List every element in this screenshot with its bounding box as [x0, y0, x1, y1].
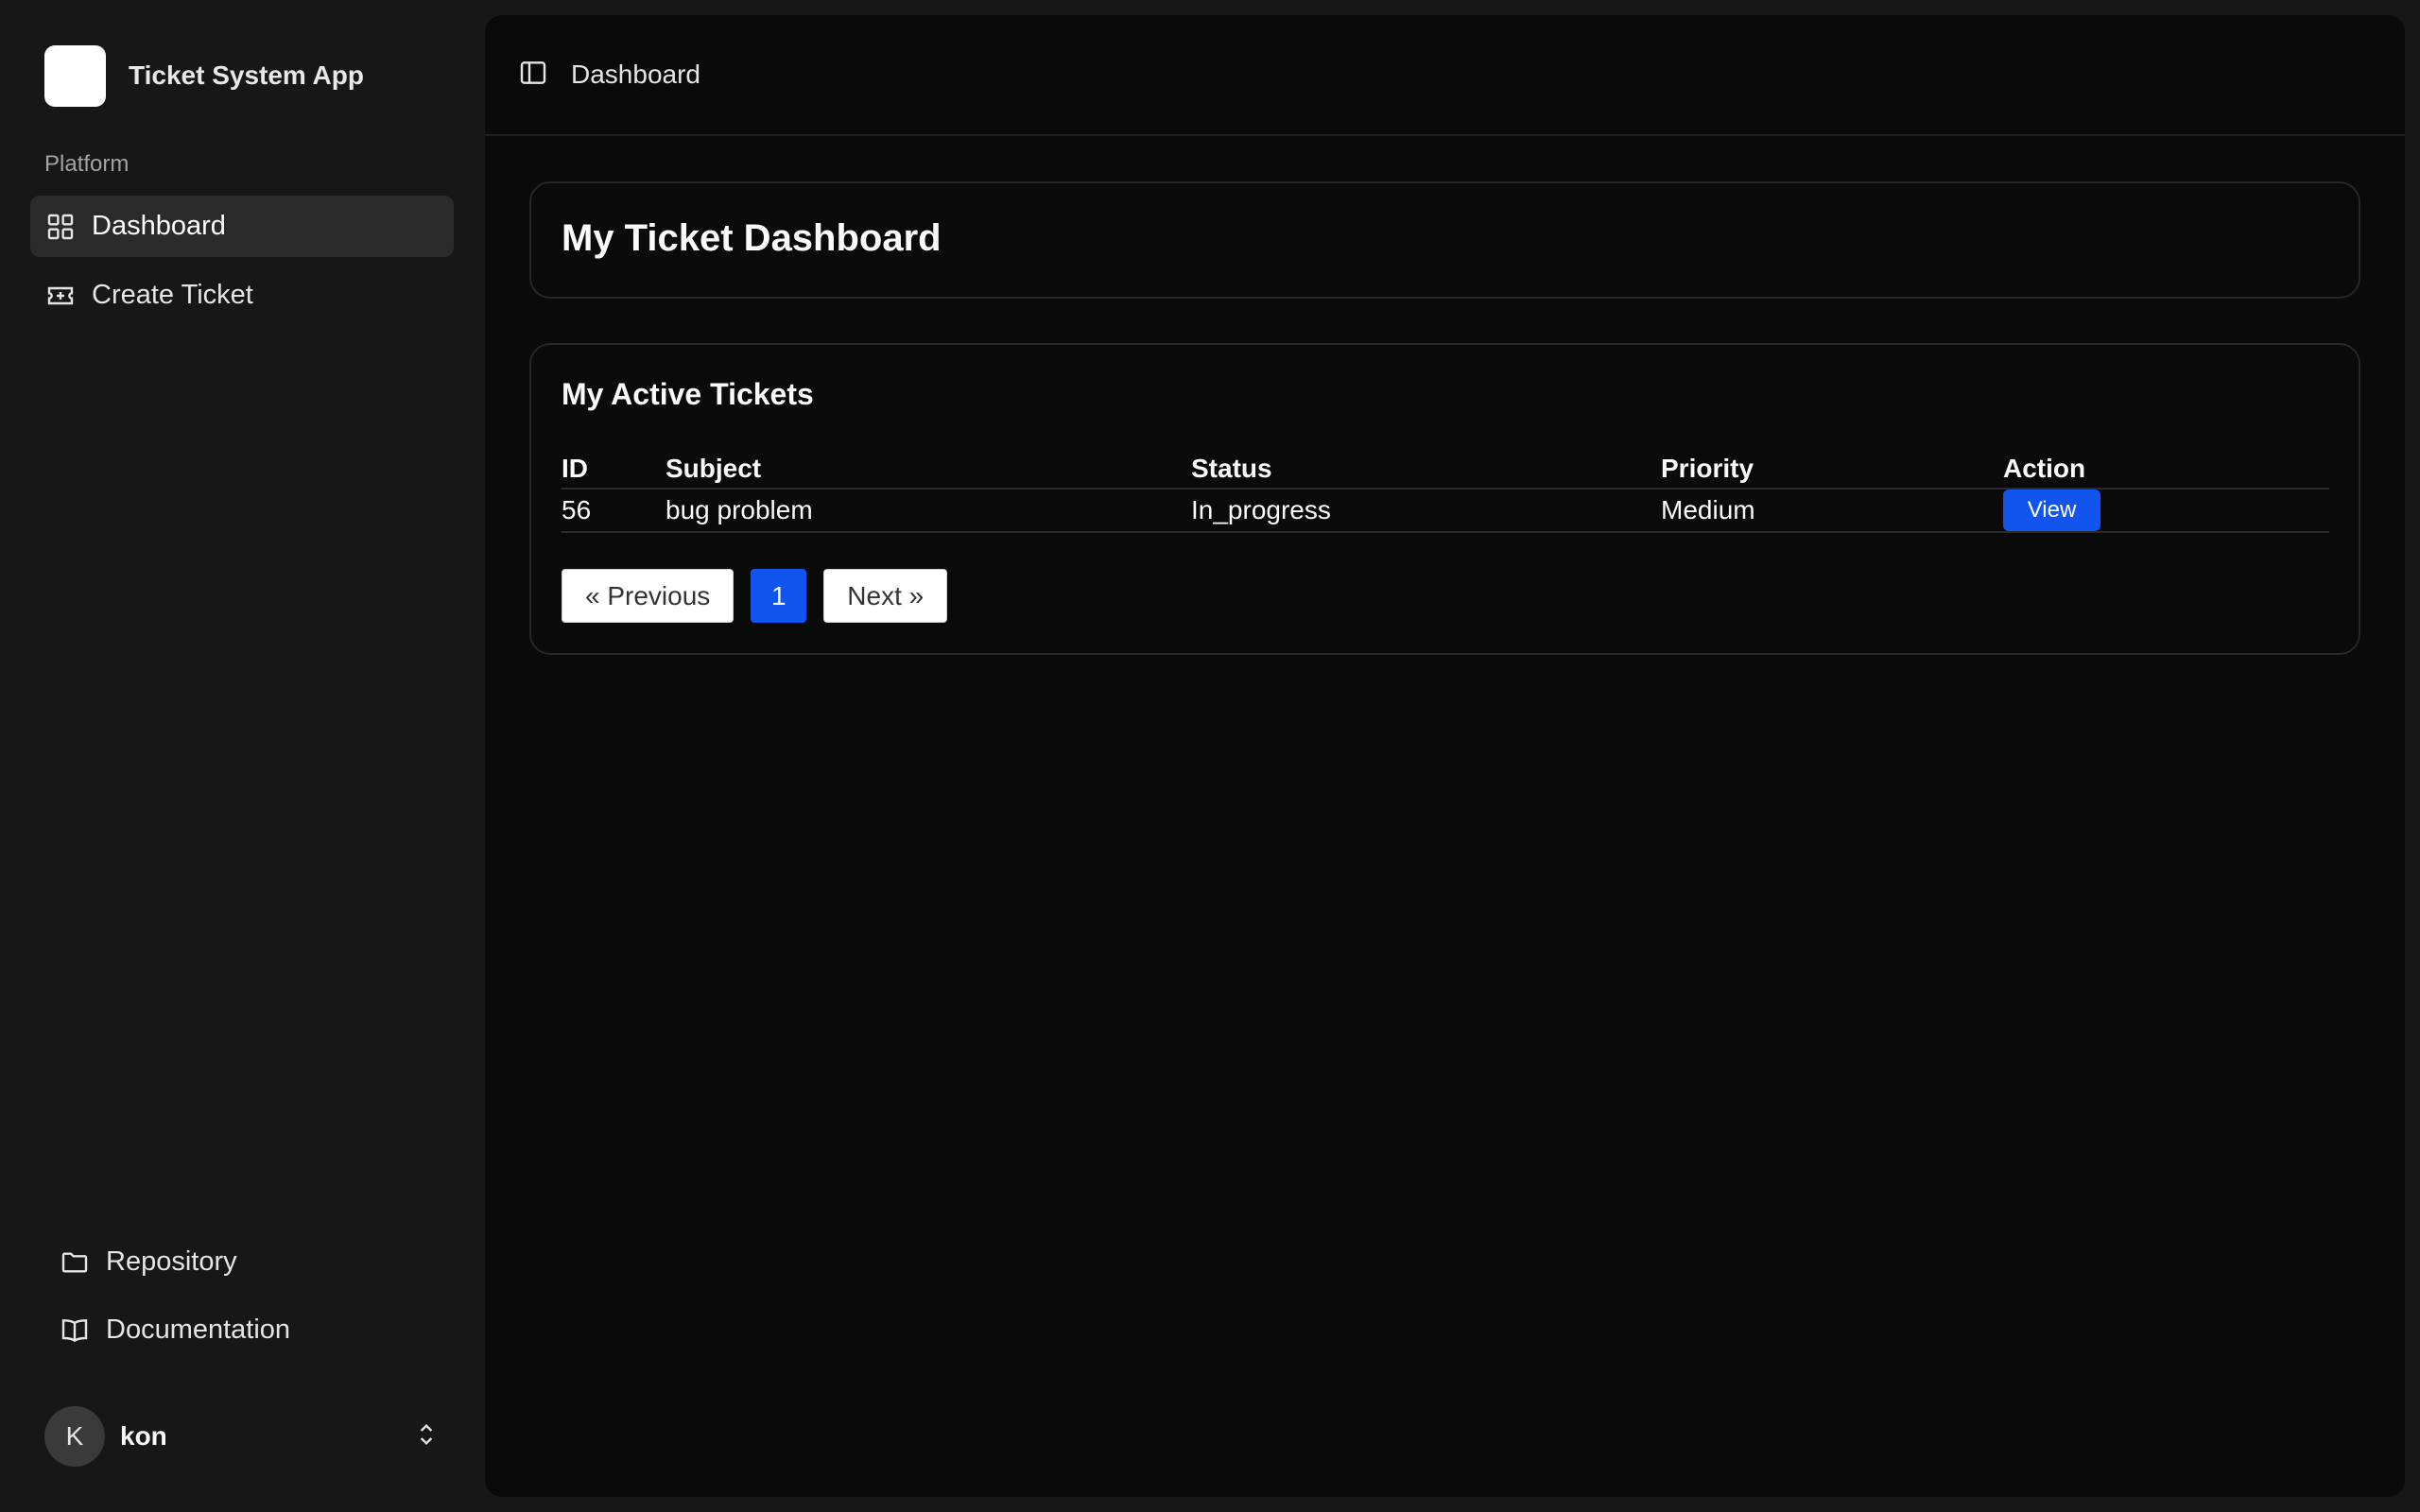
ticket-status: In_progress: [1191, 489, 1661, 533]
grid-icon: [45, 212, 76, 242]
app-logo: [44, 44, 106, 107]
ticket-subject: bug problem: [666, 489, 1191, 533]
main-content: Dashboard My Ticket Dashboard My Active …: [485, 15, 2405, 1497]
sidebar-item-label: Create Ticket: [92, 280, 253, 310]
previous-page-button[interactable]: « Previous: [562, 569, 735, 623]
page-title: My Ticket Dashboard: [562, 217, 942, 259]
app-brand[interactable]: Ticket System App: [44, 44, 364, 107]
title-card: My Ticket Dashboard: [529, 181, 2360, 299]
column-header-id: ID: [562, 449, 666, 490]
user-menu[interactable]: K kon: [44, 1405, 441, 1468]
book-icon: [60, 1315, 90, 1346]
view-ticket-button[interactable]: View: [2003, 490, 2100, 531]
sidebar-item-label: Dashboard: [92, 211, 226, 241]
table-row: 56 bug problem In_progress Medium View: [562, 489, 2329, 533]
table-header-row: ID Subject Status Priority Action: [562, 449, 2329, 490]
avatar: K: [44, 1406, 105, 1467]
column-header-subject: Subject: [666, 449, 1191, 490]
sidebar-item-label: Documentation: [106, 1314, 291, 1345]
ticket-action-cell: View: [2003, 489, 2329, 533]
page-1-button[interactable]: 1: [751, 569, 807, 623]
ticket-id: 56: [562, 489, 666, 533]
ticket-priority: Medium: [1661, 489, 2003, 533]
sidebar-item-label: Repository: [106, 1246, 237, 1277]
sidebar-group-label: Platform: [44, 151, 130, 177]
tickets-table: ID Subject Status Priority Action 56 bug…: [562, 449, 2329, 533]
sidebar: Ticket System App Platform Dashboard Cre…: [0, 0, 484, 1512]
active-tickets-card: My Active Tickets ID Subject Status Prio…: [529, 343, 2360, 655]
next-page-button[interactable]: Next »: [823, 569, 948, 623]
user-name: kon: [120, 1421, 167, 1451]
sidebar-item-create-ticket[interactable]: Create Ticket: [30, 265, 454, 326]
sidebar-item-documentation[interactable]: Documentation: [44, 1299, 454, 1361]
sidebar-item-repository[interactable]: Repository: [44, 1231, 454, 1293]
pagination: « Previous 1 Next »: [562, 569, 964, 623]
sidebar-toggle-icon[interactable]: [518, 58, 548, 93]
ticket-icon: [45, 281, 76, 311]
folder-icon: [60, 1247, 90, 1278]
sidebar-item-dashboard[interactable]: Dashboard: [30, 196, 454, 257]
section-title: My Active Tickets: [562, 377, 814, 411]
top-bar: Dashboard: [485, 15, 2405, 136]
breadcrumb[interactable]: Dashboard: [571, 60, 700, 90]
chevrons-up-down-icon[interactable]: [411, 1419, 441, 1454]
app-name: Ticket System App: [129, 60, 364, 90]
column-header-action: Action: [2003, 449, 2329, 490]
column-header-status: Status: [1191, 449, 1661, 490]
column-header-priority: Priority: [1661, 449, 2003, 490]
